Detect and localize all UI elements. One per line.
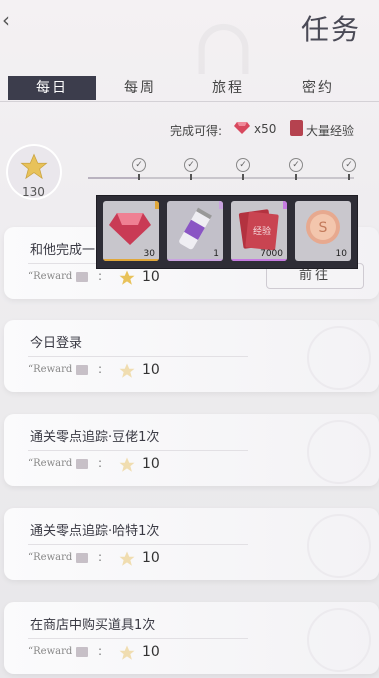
ruby-gem-icon bbox=[234, 122, 250, 134]
reward-slot-drink[interactable]: 1 bbox=[167, 201, 223, 261]
tab-daily[interactable]: 每日 bbox=[8, 76, 96, 100]
star-icon bbox=[119, 457, 135, 472]
star-icon bbox=[20, 153, 48, 180]
divider bbox=[28, 544, 248, 545]
colon: : bbox=[98, 362, 103, 376]
quality-marker bbox=[219, 201, 223, 209]
colon: : bbox=[98, 644, 103, 658]
activity-score: 130 bbox=[22, 185, 45, 199]
item-count: 7000 bbox=[260, 249, 283, 259]
reward-slot-gem[interactable]: 30 bbox=[103, 201, 159, 261]
task-card: 在商店中购买道具1次 “Reward : 10 bbox=[4, 602, 379, 674]
task-card: 通关零点追踪·豆佬1次 “Reward : 10 bbox=[4, 414, 379, 486]
exp-label: 大量经验 bbox=[306, 124, 355, 138]
reward-label: “Reward bbox=[28, 364, 73, 375]
gift-icon bbox=[76, 459, 88, 469]
gift-icon bbox=[76, 553, 88, 563]
task-name: 在商店中购买道具1次 bbox=[30, 618, 156, 633]
page-title: 任务 bbox=[300, 13, 361, 46]
background-decoration: ∩ bbox=[190, 0, 258, 93]
reward-slot-coin[interactable]: S 10 bbox=[295, 201, 351, 261]
item-count: 10 bbox=[335, 249, 347, 259]
svg-text:经验: 经验 bbox=[253, 225, 271, 237]
reward-label: “Reward bbox=[28, 458, 73, 469]
checkpoint-5-tick bbox=[348, 174, 350, 180]
tab-bar: 每日 每周 旅程 密约 bbox=[0, 76, 379, 100]
back-icon[interactable]: ‹ bbox=[2, 8, 10, 32]
reward-value: 10 bbox=[142, 269, 160, 285]
completed-watermark bbox=[307, 420, 371, 484]
item-count: 30 bbox=[143, 249, 155, 259]
quality-marker bbox=[283, 201, 287, 209]
quality-marker bbox=[155, 201, 159, 209]
colon: : bbox=[98, 269, 103, 283]
checkpoint-4-check-icon[interactable]: ✓ bbox=[289, 158, 303, 172]
task-name: 和他完成一 bbox=[30, 243, 96, 258]
completed-watermark bbox=[307, 514, 371, 578]
reward-label: “Reward bbox=[28, 552, 73, 563]
checkpoint-1-check-icon[interactable]: ✓ bbox=[132, 158, 146, 172]
divider bbox=[28, 638, 248, 639]
task-name: 通关零点追踪·哈特1次 bbox=[30, 524, 160, 539]
reward-slot-exp[interactable]: 经验 7000 bbox=[231, 201, 287, 261]
reward-value: 10 bbox=[142, 456, 160, 472]
item-count: 1 bbox=[213, 249, 219, 259]
tab-weekly[interactable]: 每周 bbox=[105, 76, 175, 100]
checkpoint-3-tick bbox=[242, 174, 244, 180]
star-icon bbox=[119, 363, 135, 378]
progress-fill bbox=[88, 177, 138, 179]
completed-watermark bbox=[307, 326, 371, 390]
gift-icon bbox=[76, 647, 88, 657]
ruby-gem-icon bbox=[109, 213, 151, 245]
task-name: 今日登录 bbox=[30, 336, 83, 351]
star-icon bbox=[119, 551, 135, 566]
tab-secret[interactable]: 密约 bbox=[283, 76, 353, 100]
checkpoint-3-check-icon[interactable]: ✓ bbox=[236, 158, 250, 172]
quality-bar bbox=[231, 259, 287, 261]
reward-value: 10 bbox=[142, 644, 160, 660]
star-icon bbox=[119, 270, 135, 285]
gem-count: x50 bbox=[254, 122, 277, 136]
checkpoint-1-tick bbox=[138, 174, 140, 180]
checkpoint-2-check-icon[interactable]: ✓ bbox=[184, 158, 198, 172]
task-name: 通关零点追踪·豆佬1次 bbox=[30, 430, 160, 445]
checkpoint-5-check-icon[interactable]: ✓ bbox=[342, 158, 356, 172]
progress-reward-label: 完成可得: bbox=[170, 124, 223, 138]
checkpoint-4-tick bbox=[295, 174, 297, 180]
star-icon bbox=[119, 645, 135, 660]
gift-icon bbox=[76, 365, 88, 375]
completed-watermark bbox=[307, 608, 371, 672]
colon: : bbox=[98, 550, 103, 564]
reward-preview-popup: 30 1 经验 7000 S 10 bbox=[96, 195, 358, 269]
exp-book-icon bbox=[290, 120, 303, 136]
divider bbox=[28, 356, 248, 357]
divider bbox=[28, 450, 248, 451]
reward-value: 10 bbox=[142, 550, 160, 566]
reward-label: “Reward bbox=[28, 646, 73, 657]
reward-value: 10 bbox=[142, 362, 160, 378]
gift-icon bbox=[76, 272, 88, 282]
tab-journey[interactable]: 旅程 bbox=[193, 76, 263, 100]
task-card: 通关零点追踪·哈特1次 “Reward : 10 bbox=[4, 508, 379, 580]
task-card: 今日登录 “Reward : 10 bbox=[4, 320, 379, 392]
svg-text:S: S bbox=[319, 220, 328, 236]
tab-divider bbox=[0, 101, 379, 102]
reward-label: “Reward bbox=[28, 271, 73, 282]
quality-bar bbox=[167, 259, 223, 261]
checkpoint-2-tick bbox=[190, 174, 192, 180]
quality-bar bbox=[103, 259, 159, 261]
colon: : bbox=[98, 456, 103, 470]
